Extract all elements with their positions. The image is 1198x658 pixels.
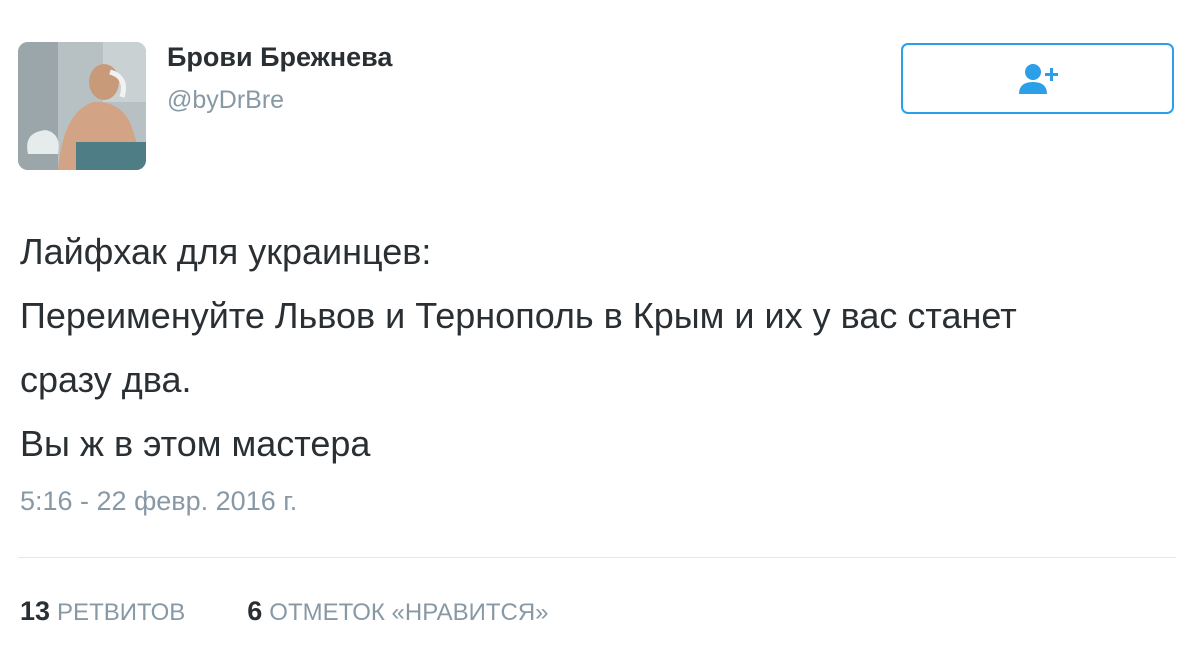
retweets-stat[interactable]: 13 РЕТВИТОВ — [20, 596, 185, 627]
likes-label: ОТМЕТОК «НРАВИТСЯ» — [269, 599, 549, 626]
likes-stat[interactable]: 6 ОТМЕТОК «НРАВИТСЯ» — [247, 596, 548, 627]
tweet-stats: 13 РЕТВИТОВ 6 ОТМЕТОК «НРАВИТСЯ» — [20, 596, 549, 627]
retweets-label: РЕТВИТОВ — [57, 599, 186, 626]
likes-count: 6 — [247, 596, 263, 626]
tweet-line: Лайфхак для украинцев: — [20, 231, 432, 272]
tweet-timestamp[interactable]: 5:16 - 22 февр. 2016 г. — [20, 486, 297, 517]
tweet-text: Лайфхак для украинцев: Переименуйте Льво… — [20, 220, 1180, 476]
avatar-photo — [18, 42, 146, 170]
tweet-line: сразу два. — [20, 359, 192, 400]
retweets-count: 13 — [20, 596, 51, 626]
tweet-line: Вы ж в этом мастера — [20, 423, 371, 464]
author-name[interactable]: Брови Брежнева — [167, 42, 392, 73]
author-handle[interactable]: @byDrBre — [167, 86, 284, 115]
avatar[interactable] — [18, 42, 146, 170]
follow-button[interactable] — [901, 43, 1174, 114]
tweet-line: Переименуйте Львов и Тернополь в Крым и … — [20, 295, 1017, 336]
add-user-icon — [1018, 63, 1058, 94]
divider — [18, 557, 1176, 558]
